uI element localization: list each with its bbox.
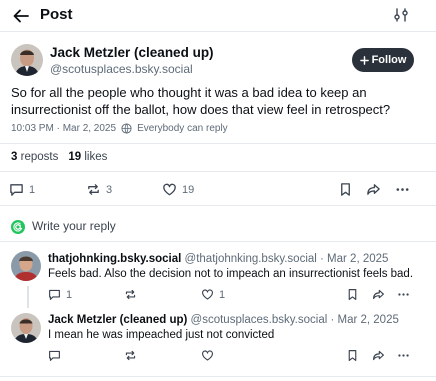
comment-icon bbox=[49, 350, 60, 361]
sort-settings-icon[interactable] bbox=[393, 7, 409, 23]
reply-author-name[interactable]: thatjohnking.bsky.social bbox=[48, 253, 181, 265]
like-count: 19 bbox=[182, 183, 195, 196]
author-handle[interactable]: @scotusplaces.bsky.social bbox=[50, 62, 193, 76]
reply-text: Feels bad. Also the decision not to impe… bbox=[48, 268, 414, 280]
reply-count: 1 bbox=[66, 288, 73, 301]
reply-text: I mean he was impeached just not convict… bbox=[48, 329, 275, 341]
likes-label: likes bbox=[84, 151, 108, 163]
share-arrow-icon bbox=[373, 289, 384, 300]
reply-permission: Everybody can reply bbox=[137, 123, 228, 134]
divider bbox=[0, 143, 436, 144]
reply-meta: @scotusplaces.bsky.social · Mar 2, 2025 bbox=[190, 314, 399, 326]
more-options-button[interactable] bbox=[397, 349, 410, 362]
author-name[interactable]: Jack Metzler (cleaned up) bbox=[50, 45, 214, 60]
ellipsis-icon bbox=[398, 354, 409, 357]
post-text: So for all the people who thought it was… bbox=[11, 85, 391, 117]
avatar[interactable] bbox=[11, 313, 41, 343]
ellipsis-icon bbox=[398, 293, 409, 296]
repost-icon bbox=[125, 350, 136, 361]
repost-button[interactable] bbox=[124, 349, 137, 362]
likes-stat[interactable]: 19 likes bbox=[68, 151, 107, 163]
share-button[interactable] bbox=[372, 349, 385, 362]
more-options-button[interactable] bbox=[397, 288, 410, 301]
heart-icon bbox=[163, 183, 176, 196]
reply-button[interactable]: 1 bbox=[48, 288, 72, 301]
follow-label: Follow bbox=[371, 54, 407, 66]
plus-icon bbox=[359, 55, 369, 65]
bookmark-icon bbox=[348, 350, 357, 361]
avatar[interactable] bbox=[11, 251, 41, 281]
follow-button[interactable]: Follow bbox=[352, 48, 414, 72]
reply-button[interactable]: 1 bbox=[9, 182, 35, 197]
divider bbox=[0, 205, 436, 206]
engagement-stats: 3 reposts 19 likes bbox=[11, 151, 107, 163]
reply-author-name[interactable]: Jack Metzler (cleaned up) bbox=[48, 314, 187, 326]
reply-header: Jack Metzler (cleaned up) @scotusplaces.… bbox=[48, 314, 399, 326]
thread-line bbox=[27, 286, 29, 308]
repost-button[interactable]: 3 bbox=[86, 182, 112, 197]
bookmark-button[interactable] bbox=[338, 182, 353, 197]
like-button[interactable]: 19 bbox=[162, 182, 194, 197]
comment-icon bbox=[49, 289, 60, 300]
arrow-left-icon[interactable] bbox=[12, 7, 30, 25]
like-count: 1 bbox=[219, 288, 226, 301]
comment-icon bbox=[10, 184, 23, 196]
reply-header: thatjohnking.bsky.social @thatjohnking.b… bbox=[48, 253, 388, 265]
share-arrow-icon bbox=[373, 350, 384, 361]
more-options-button[interactable] bbox=[395, 182, 410, 197]
likes-count: 19 bbox=[68, 151, 82, 163]
repost-button[interactable] bbox=[124, 288, 137, 301]
avatar[interactable] bbox=[11, 44, 43, 76]
share-button[interactable] bbox=[372, 288, 385, 301]
bookmark-button[interactable] bbox=[346, 349, 359, 362]
repost-count: 3 bbox=[106, 183, 113, 196]
like-button[interactable] bbox=[201, 349, 214, 362]
globe-icon bbox=[121, 123, 132, 134]
heart-icon bbox=[202, 350, 213, 361]
repost-icon bbox=[125, 289, 136, 300]
post-timestamp[interactable]: 10:03 PM · Mar 2, 2025 bbox=[11, 123, 116, 134]
divider bbox=[0, 376, 436, 377]
reply-count: 1 bbox=[29, 183, 36, 196]
page-title: Post bbox=[40, 6, 73, 23]
bookmark-button[interactable] bbox=[346, 288, 359, 301]
share-button[interactable] bbox=[366, 182, 381, 197]
reply-placeholder[interactable]: Write your reply bbox=[32, 219, 116, 233]
reposts-count: 3 bbox=[11, 151, 18, 163]
reply-meta: @thatjohnking.bsky.social · Mar 2, 2025 bbox=[184, 253, 389, 265]
divider bbox=[0, 171, 436, 172]
bookmark-icon bbox=[348, 289, 357, 300]
share-arrow-icon bbox=[367, 184, 380, 195]
repost-icon bbox=[88, 184, 99, 195]
ellipsis-icon bbox=[396, 188, 409, 191]
reposts-stat[interactable]: 3 reposts bbox=[11, 151, 58, 163]
bookmark-icon bbox=[341, 183, 350, 196]
like-button[interactable]: 1 bbox=[201, 288, 225, 301]
heart-icon bbox=[202, 289, 213, 300]
reply-button[interactable] bbox=[48, 349, 61, 362]
post-meta: 10:03 PM · Mar 2, 2025 Everybody can rep… bbox=[11, 123, 228, 134]
at-sign-icon bbox=[11, 220, 25, 234]
reposts-label: reposts bbox=[20, 151, 59, 163]
